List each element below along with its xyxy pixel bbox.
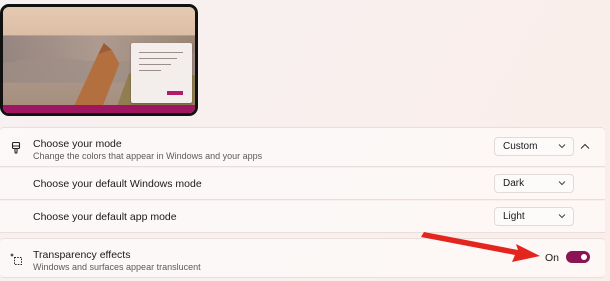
choose-mode-row[interactable]: Choose your mode Change the colors that … bbox=[0, 127, 605, 167]
chevron-down-icon bbox=[558, 144, 566, 149]
transparency-row[interactable]: Transparency effects Windows and surface… bbox=[0, 238, 605, 278]
windows-mode-dropdown[interactable]: Dark bbox=[494, 174, 574, 193]
choose-mode-value: Custom bbox=[503, 141, 538, 152]
windows-mode-value: Dark bbox=[503, 178, 525, 189]
app-mode-row: Choose your default app mode Light bbox=[0, 201, 605, 233]
app-mode-dropdown[interactable]: Light bbox=[494, 207, 574, 226]
app-mode-value: Light bbox=[503, 211, 525, 222]
transparency-title: Transparency effects bbox=[33, 249, 131, 261]
theme-preview bbox=[0, 4, 198, 116]
brush-icon bbox=[8, 140, 24, 156]
chevron-down-icon bbox=[558, 214, 566, 219]
chevron-up-icon[interactable] bbox=[580, 143, 590, 150]
preview-taskbar bbox=[3, 105, 195, 113]
transparency-toggle[interactable] bbox=[566, 251, 590, 263]
transparency-state-label: On bbox=[545, 252, 560, 264]
windows-mode-row: Choose your default Windows mode Dark bbox=[0, 168, 605, 200]
choose-mode-dropdown[interactable]: Custom bbox=[494, 137, 574, 156]
windows-mode-title: Choose your default Windows mode bbox=[33, 178, 202, 190]
transparency-subtitle: Windows and surfaces appear translucent bbox=[33, 262, 201, 272]
toggle-knob bbox=[581, 254, 587, 260]
transparency-icon bbox=[8, 251, 24, 267]
preview-accent-bar bbox=[167, 91, 183, 95]
choose-mode-subtitle: Change the colors that appear in Windows… bbox=[33, 151, 263, 161]
preview-mock-window bbox=[131, 43, 192, 103]
chevron-down-icon bbox=[558, 181, 566, 186]
choose-mode-title: Choose your mode bbox=[33, 138, 122, 150]
app-mode-title: Choose your default app mode bbox=[33, 211, 177, 223]
